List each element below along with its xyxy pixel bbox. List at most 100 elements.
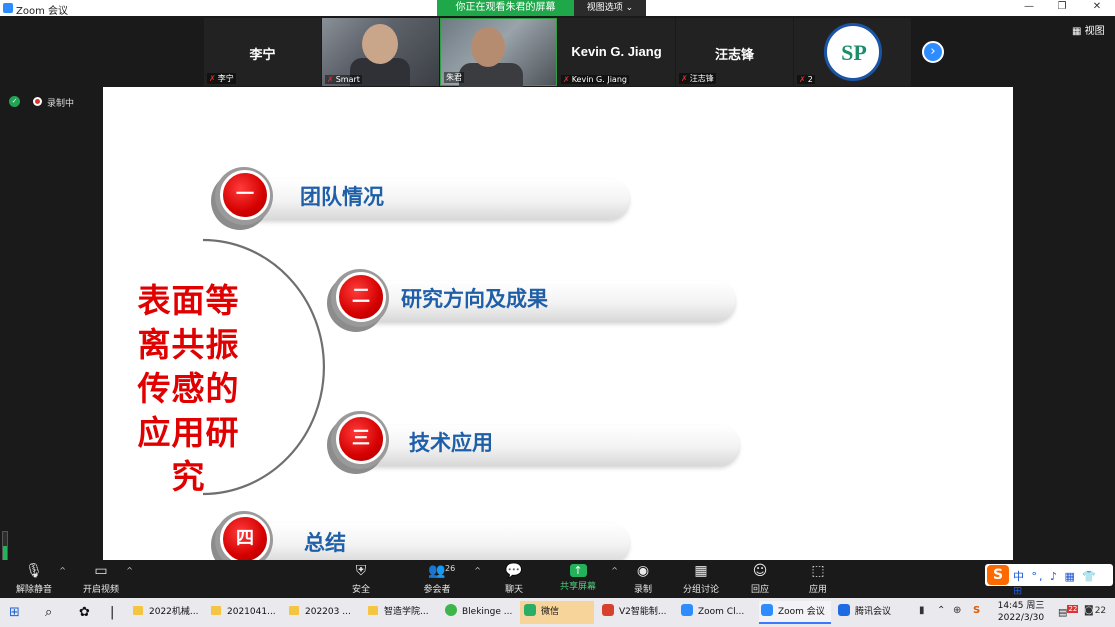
mic-muted-icon: ✗ [209,74,216,83]
taskbar-item-zoom-cloud[interactable]: Zoom Cl... [681,601,753,624]
shield-icon: ⛨ [355,563,367,579]
view-options-button[interactable]: 视图选项 ⌄ [574,0,646,16]
slide-title-line: 应用研 [137,413,240,452]
participant-name: 李宁 [249,47,276,62]
clock-date: 2022/3/30 [997,613,1045,623]
window-title: Zoom 会议 [16,6,69,17]
record-icon: ◉ [636,563,650,579]
app-v2-icon [602,604,614,616]
share-screen-icon: ↑ [569,564,587,577]
participant-caption: ✗ Kevin G. Jiang [561,75,629,84]
security-shield-icon[interactable]: ✓ [9,96,20,107]
agenda-number-1: 一 [220,170,270,220]
minimize-button[interactable]: — [1014,1,1044,15]
slide-title-line: 究 [171,457,206,496]
ime-toolbar[interactable]: S 中 °, ♪ ▦ 👕 ⊞ [985,564,1113,597]
folder-icon [289,606,299,615]
sogou-logo-icon: S [987,565,1009,585]
agenda-bullet-1: 一 [215,167,273,225]
breakout-rooms-button[interactable]: ▦ 分组讨论 [671,562,731,595]
chevron-up-icon[interactable]: ^ [126,566,133,575]
reactions-button[interactable]: ☺ 回应 [730,562,790,595]
taskbar-item-wechat[interactable]: 微信 [520,601,594,624]
unmute-button[interactable]: 🎙 解除静音 ^ [4,562,66,595]
slide-title-line: 传感的 [137,369,240,408]
chevron-up-icon[interactable]: ^ [59,566,66,575]
taskbar-item-folder-1[interactable]: 2022机械... [133,601,203,624]
next-page-button[interactable]: › [922,41,944,63]
mic-muted-icon: ✗ [681,74,688,83]
recording-icon [33,97,42,106]
video-tile-university[interactable]: SP ✗ 2 [794,18,911,86]
participant-caption: ✗ Smart [325,75,362,84]
agenda-number-2: 二 [336,272,386,322]
folder-icon [211,606,221,615]
chat-button[interactable]: 💬 聊天 [484,562,544,595]
participant-caption: 朱君 [444,72,464,83]
participant-caption: ✗ 李宁 [207,73,236,84]
apps-button[interactable]: ⬚ 应用 [788,562,848,595]
sogou-tray-icon[interactable]: S [973,605,980,616]
battery-icon[interactable]: ▮ [919,605,925,616]
meeting-toolbar: 🎙 解除静音 ^ ▭ 开启视频 ^ ⛨ 安全 👥 26 参会者 ^ 💬 聊天 ↑… [0,560,1115,598]
taskbar-item-zoom-meeting[interactable]: Zoom 会议 [759,601,831,624]
chevron-right-icon: › [930,44,936,59]
university-logo: SP [824,23,882,81]
close-button[interactable]: ✕ [1082,1,1112,15]
agenda-number-3: 三 [336,414,386,464]
participant-caption: ✗ 2 [797,75,815,84]
mic-muted-icon: ✗ [563,75,570,84]
network-icon[interactable]: ⊕ [953,605,961,616]
start-video-button[interactable]: ▭ 开启视频 ^ [71,562,133,595]
folder-icon [133,606,143,615]
browser-icon [445,604,457,616]
participant-video-head [362,24,398,64]
zoom-icon [681,604,693,616]
taskbar-separator: | [110,605,114,620]
shared-screen-slide: 一 团队情况 二 研究方向及成果 三 技术应用 四 总结 表面等 离共振 传感的… [103,87,1013,560]
security-button[interactable]: ⛨ 安全 [331,562,391,595]
reaction-smiley-icon: ☺ [752,563,768,579]
video-tile-wangzhifeng[interactable]: 汪志锋 ✗ 汪志锋 [676,18,793,86]
chat-notification-icon[interactable]: ▤22 [1058,605,1079,618]
video-tile-kevin[interactable]: Kevin G. Jiang ✗ Kevin G. Jiang [558,18,675,86]
video-tile-smart[interactable]: ✗ Smart [322,18,439,86]
taskbar-item-tencent-meeting[interactable]: 腾讯会议 [838,601,908,624]
taskbar-item-folder-3[interactable]: 202203 ... [289,601,361,624]
participants-icon: 👥 [428,563,446,579]
windows-start-icon[interactable]: ⊞ [9,601,25,624]
notification-center[interactable]: ◙22 [1084,605,1106,616]
chevron-up-icon[interactable]: ⌃ [937,605,945,616]
restore-button[interactable]: ❐ [1047,1,1077,15]
agenda-bar-3 [343,425,739,465]
taskbar-item-folder-4[interactable]: 智造学院... [368,601,438,624]
participant-name: Kevin G. Jiang [571,44,662,59]
agenda-item-2: 研究方向及成果 [401,287,548,311]
search-icon[interactable]: ⌕ [45,601,61,624]
widgets-icon[interactable]: ✿ [79,601,97,624]
video-tile-liningc[interactable]: 李宁 ✗ 李宁 [204,18,321,86]
taskbar-item-browser[interactable]: Blekinge ... [445,601,517,624]
breakout-rooms-icon: ▦ [694,563,708,579]
chat-icon: 💬 [505,563,523,579]
video-tile-zhujun[interactable]: 朱君 [440,18,557,87]
view-options-label: 视图选项 [586,3,623,13]
taskbar-item-v2[interactable]: V2智能制... [602,601,674,624]
recording-label: 录制中 [47,99,75,109]
gallery-view-button[interactable]: ▦ 视图 [1072,22,1105,37]
agenda-bullet-3: 三 [331,411,389,469]
participant-video-head [471,27,505,67]
taskbar-clock[interactable]: 14:45 周三 2022/3/30 [994,600,1048,624]
mic-muted-icon: ✗ [327,75,334,84]
share-screen-button[interactable]: ↑ 共享屏幕 ^ [548,562,618,592]
taskbar-item-folder-2[interactable]: 2021041... [211,601,281,624]
chevron-up-icon[interactable]: ^ [474,566,481,575]
record-button[interactable]: ◉ 录制 [613,562,673,595]
folder-icon [368,606,378,615]
mic-muted-icon: ✗ [799,75,806,84]
participants-button[interactable]: 👥 26 参会者 ^ [407,562,481,595]
slide-title-line: 表面等 [137,281,240,320]
agenda-bullet-2: 二 [331,269,389,327]
agenda-bullet-4: 四 [215,511,273,560]
windows-taskbar: ⊞ ⌕ ✿ | 2022机械... 2021041... 202203 ... … [0,598,1115,627]
